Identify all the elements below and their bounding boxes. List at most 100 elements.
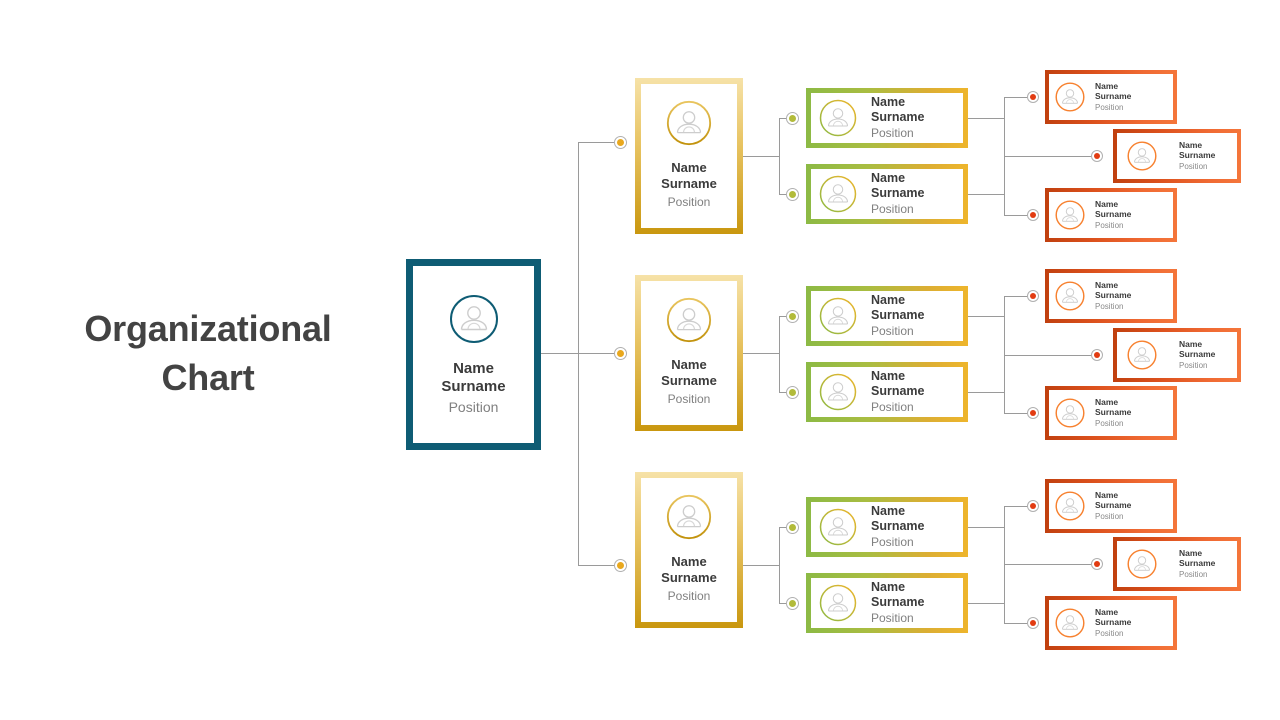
user-avatar-icon bbox=[666, 297, 712, 343]
node-manager-1-name: Name Surname bbox=[661, 160, 717, 191]
connector-dot-member-3-3[interactable] bbox=[1027, 617, 1039, 629]
connector-to-member-2-3 bbox=[1004, 413, 1028, 414]
node-member-2-3[interactable]: Name Surname Position bbox=[1045, 386, 1177, 440]
node-member-2-1[interactable]: Name Surname Position bbox=[1045, 269, 1177, 323]
connector-dot-member-1-1[interactable] bbox=[1027, 91, 1039, 103]
user-avatar-icon bbox=[449, 294, 498, 343]
connector-trunk-to-branch-3 bbox=[578, 565, 618, 566]
node-root[interactable]: Name Surname Position bbox=[406, 259, 541, 450]
connector-dot-icon bbox=[1094, 561, 1100, 567]
user-avatar-icon bbox=[819, 584, 857, 622]
node-member-1-1[interactable]: Name Surname Position bbox=[1045, 70, 1177, 124]
node-lead-1-1-name: Name Surname bbox=[871, 95, 925, 124]
node-lead-3-2-position: Position bbox=[871, 611, 914, 625]
connector-lead-3-2-stub bbox=[968, 603, 1004, 604]
connector-to-member-2-2 bbox=[1004, 355, 1092, 356]
connector-dot-lead-2-1[interactable] bbox=[786, 310, 799, 323]
page-title-line-2: Chart bbox=[161, 356, 255, 398]
connector-dot-icon bbox=[1030, 410, 1036, 416]
node-lead-1-1[interactable]: Name Surname Position bbox=[806, 88, 968, 148]
node-manager-2-name: Name Surname bbox=[661, 357, 717, 388]
connector-dot-icon bbox=[1030, 94, 1036, 100]
connector-to-member-3-1 bbox=[1004, 506, 1028, 507]
user-avatar-icon bbox=[1055, 82, 1085, 112]
node-member-3-1[interactable]: Name Surname Position bbox=[1045, 479, 1177, 533]
connector-trunk-to-branch-1 bbox=[578, 142, 618, 143]
node-manager-3-position: Position bbox=[667, 589, 711, 603]
connector-dot-member-1-2[interactable] bbox=[1091, 150, 1103, 162]
connector-dot-icon bbox=[1094, 352, 1100, 358]
node-member-1-2[interactable]: Name Surname Position bbox=[1113, 129, 1241, 183]
page-title: Organizational Chart bbox=[38, 305, 378, 402]
user-avatar-icon bbox=[1055, 491, 1085, 521]
node-member-3-3-name: Name Surname bbox=[1095, 606, 1132, 628]
node-lead-3-2[interactable]: Name Surname Position bbox=[806, 573, 968, 633]
connector-dot-branch-2[interactable] bbox=[614, 347, 627, 360]
connector-dot-icon bbox=[789, 115, 796, 122]
connector-dot-member-2-1[interactable] bbox=[1027, 290, 1039, 302]
node-manager-3-name: Name Surname bbox=[661, 554, 717, 585]
connector-lead-1-2-stub bbox=[968, 194, 1004, 195]
connector-manager-2-vertical bbox=[779, 316, 780, 393]
connector-dot-member-3-1[interactable] bbox=[1027, 500, 1039, 512]
node-manager-3[interactable]: Name Surname Position bbox=[635, 472, 743, 628]
connector-dot-icon bbox=[789, 600, 796, 607]
node-member-2-2[interactable]: Name Surname Position bbox=[1113, 328, 1241, 382]
node-manager-1[interactable]: Name Surname Position bbox=[635, 78, 743, 234]
node-member-1-1-position: Position bbox=[1095, 102, 1124, 112]
node-member-2-2-name: Name Surname bbox=[1179, 338, 1216, 360]
node-member-2-2-position: Position bbox=[1179, 360, 1208, 370]
node-manager-2-position: Position bbox=[667, 392, 711, 406]
connector-dot-lead-3-2[interactable] bbox=[786, 597, 799, 610]
user-avatar-icon bbox=[819, 175, 857, 213]
connector-dot-icon bbox=[1030, 293, 1036, 299]
connector-dot-member-2-3[interactable] bbox=[1027, 407, 1039, 419]
connector-dot-lead-2-2[interactable] bbox=[786, 386, 799, 399]
connector-dot-member-3-2[interactable] bbox=[1091, 558, 1103, 570]
node-member-2-1-name: Name Surname bbox=[1095, 279, 1132, 301]
user-avatar-icon bbox=[1055, 281, 1085, 311]
connector-dot-member-2-2[interactable] bbox=[1091, 349, 1103, 361]
connector-to-member-2-1 bbox=[1004, 296, 1028, 297]
connector-to-member-1-3 bbox=[1004, 215, 1028, 216]
connector-to-member-1-1 bbox=[1004, 97, 1028, 98]
node-manager-1-position: Position bbox=[667, 195, 711, 209]
node-member-1-3-name: Name Surname bbox=[1095, 198, 1132, 220]
user-avatar-icon bbox=[666, 494, 712, 540]
node-member-3-2-name: Name Surname bbox=[1179, 547, 1216, 569]
node-lead-1-2-position: Position bbox=[871, 202, 914, 216]
node-member-1-3-position: Position bbox=[1095, 220, 1124, 230]
connector-dot-icon bbox=[1030, 503, 1036, 509]
connector-dot-lead-1-1[interactable] bbox=[786, 112, 799, 125]
node-lead-1-2-name: Name Surname bbox=[871, 171, 925, 200]
connector-dot-icon bbox=[789, 313, 796, 320]
user-avatar-icon bbox=[1055, 608, 1085, 638]
node-root-position: Position bbox=[448, 398, 499, 415]
node-lead-2-2-position: Position bbox=[871, 400, 914, 414]
node-manager-2[interactable]: Name Surname Position bbox=[635, 275, 743, 431]
node-lead-3-1[interactable]: Name Surname Position bbox=[806, 497, 968, 557]
connector-trunk-vertical bbox=[578, 142, 579, 566]
node-member-2-3-name: Name Surname bbox=[1095, 396, 1132, 418]
connector-dot-lead-1-2[interactable] bbox=[786, 188, 799, 201]
node-member-1-3[interactable]: Name Surname Position bbox=[1045, 188, 1177, 242]
connector-dot-icon bbox=[617, 350, 624, 357]
connector-dot-member-1-3[interactable] bbox=[1027, 209, 1039, 221]
connector-lead-2-2-stub bbox=[968, 392, 1004, 393]
node-member-3-3[interactable]: Name Surname Position bbox=[1045, 596, 1177, 650]
node-member-3-1-name: Name Surname bbox=[1095, 489, 1132, 511]
connector-dot-lead-3-1[interactable] bbox=[786, 521, 799, 534]
node-lead-2-2[interactable]: Name Surname Position bbox=[806, 362, 968, 422]
connector-dot-branch-3[interactable] bbox=[614, 559, 627, 572]
connector-dot-icon bbox=[789, 389, 796, 396]
node-lead-1-2[interactable]: Name Surname Position bbox=[806, 164, 968, 224]
connector-to-member-3-2 bbox=[1004, 564, 1092, 565]
node-lead-2-1[interactable]: Name Surname Position bbox=[806, 286, 968, 346]
connector-manager-3-vertical bbox=[779, 527, 780, 604]
node-member-3-2[interactable]: Name Surname Position bbox=[1113, 537, 1241, 591]
node-lead-2-2-name: Name Surname bbox=[871, 369, 925, 398]
connector-dot-branch-1[interactable] bbox=[614, 136, 627, 149]
connector-root-stub bbox=[541, 353, 579, 354]
user-avatar-icon bbox=[1055, 398, 1085, 428]
connector-manager-3-stub bbox=[743, 565, 779, 566]
